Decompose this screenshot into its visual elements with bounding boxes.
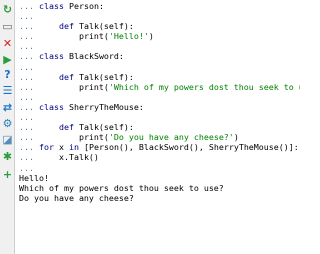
- string-token: 'Which of my powers dost thou seek to us…: [108, 81, 300, 92]
- console-history-line: ... for x in [Person(), BlackSword(), Sh…: [19, 142, 300, 152]
- console-history-line: ... class BlackSword:: [19, 51, 300, 61]
- console-output: Hello! Which of my powers dost thou seek …: [19, 173, 300, 203]
- string-token: 'Do you have any cheese?': [108, 132, 234, 143]
- console-history-line: ... def Talk(self):: [19, 21, 300, 31]
- continuation-prompt: ...: [19, 142, 39, 153]
- python-console[interactable]: ... class Person:... ... def Talk(self):…: [16, 0, 300, 254]
- add-icon[interactable]: +: [1, 168, 14, 181]
- help-icon[interactable]: ?: [1, 68, 14, 81]
- rerun-icon[interactable]: ↻: [1, 3, 14, 16]
- clear-icon[interactable]: ▭: [1, 20, 14, 33]
- code-token: [Person(), BlackSword(), SherryTheMouse(…: [83, 142, 299, 153]
- console-history-line: ... def Talk(self):: [19, 72, 300, 82]
- continuation-prompt: ...: [19, 81, 39, 92]
- code-token: x: [58, 142, 69, 153]
- console-history-line: ... print('Hello!'): [19, 31, 300, 41]
- code-token: SherryTheMouse:: [68, 101, 144, 112]
- code-token: x.Talk(): [38, 152, 99, 163]
- continuation-prompt: ...: [19, 51, 39, 62]
- continuation-prompt: ...: [19, 1, 39, 11]
- console-input-row[interactable]: >>>: [19, 215, 300, 225]
- code-token: print(: [38, 132, 109, 143]
- continuation-prompt: ...: [19, 122, 39, 133]
- variables-icon[interactable]: ◪: [1, 133, 14, 146]
- keyword-token: def: [58, 21, 79, 32]
- settings-icon[interactable]: ⚙: [1, 117, 14, 130]
- code-token: print(: [38, 81, 109, 92]
- continuation-prompt: ...: [19, 162, 39, 173]
- console-history-line: ...: [19, 41, 300, 51]
- run-icon[interactable]: ▶: [1, 53, 14, 66]
- console-history: ... class Person:... ... def Talk(self):…: [19, 1, 300, 173]
- continuation-prompt: ...: [19, 41, 39, 52]
- console-history-line: ...: [19, 92, 300, 102]
- continuation-prompt: ...: [19, 11, 39, 22]
- keyword-token: for: [38, 142, 59, 153]
- console-history-line: ...: [19, 11, 300, 21]
- console-history-line: ... class SherryTheMouse:: [19, 102, 300, 112]
- console-history-line: ...: [19, 62, 300, 72]
- continuation-prompt: ...: [19, 91, 39, 102]
- history-icon[interactable]: ☰: [1, 84, 14, 97]
- continuation-prompt: ...: [19, 21, 39, 32]
- output-line: Which of my powers dost thou seek to use…: [19, 182, 224, 193]
- code-token: print(: [38, 31, 109, 42]
- continuation-prompt: ...: [19, 31, 39, 42]
- continuation-prompt: ...: [19, 152, 39, 163]
- string-token: 'Hello!': [108, 31, 149, 42]
- console-history-line: ...: [19, 163, 300, 173]
- soft-wrap-icon[interactable]: ⇄: [1, 101, 14, 114]
- continuation-prompt: ...: [19, 61, 39, 72]
- console-history-line: ... print('Which of my powers dost thou …: [19, 82, 300, 92]
- console-toolbar: ↻ ▭ ✕ ▶? ☰ ⇄ ⚙ ◪ ✱ +: [0, 0, 15, 254]
- code-token: BlackSword:: [68, 51, 124, 62]
- continuation-prompt: ...: [19, 132, 39, 143]
- keyword-token: in: [68, 142, 84, 153]
- output-line: Do you have any cheese?: [19, 192, 134, 203]
- keyword-token: class: [38, 51, 69, 62]
- keyword-token: class: [38, 1, 69, 11]
- console-history-line: ...: [19, 112, 300, 122]
- console-history-line: ... class Person:: [19, 1, 300, 11]
- code-token: ): [148, 31, 154, 42]
- code-token: Person:: [68, 1, 104, 11]
- console-history-line: ... x.Talk(): [19, 152, 300, 162]
- continuation-prompt: ...: [19, 112, 39, 123]
- keyword-token: class: [38, 101, 69, 112]
- debug-icon[interactable]: ✱: [1, 150, 14, 163]
- console-history-line: ... def Talk(self):: [19, 122, 300, 132]
- code-token: Talk(self):: [78, 21, 134, 32]
- keyword-token: def: [58, 122, 79, 133]
- keyword-token: def: [58, 71, 79, 82]
- console-history-line: ... print('Do you have any cheese?'): [19, 132, 300, 142]
- close-icon[interactable]: ✕: [1, 37, 14, 50]
- code-token: Talk(self):: [78, 71, 134, 82]
- continuation-prompt: ...: [19, 101, 39, 112]
- code-token: ): [233, 132, 239, 143]
- continuation-prompt: ...: [19, 71, 39, 82]
- code-token: Talk(self):: [78, 122, 134, 133]
- output-line: Hello!: [19, 172, 49, 183]
